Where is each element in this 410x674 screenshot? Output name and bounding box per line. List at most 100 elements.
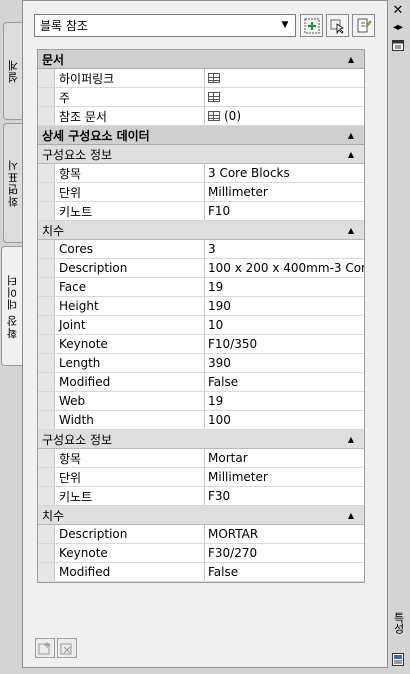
- group-header[interactable]: 치수 ▲: [38, 221, 364, 240]
- property-name: 항목: [55, 449, 205, 467]
- property-row[interactable]: 키노트 F10: [38, 202, 364, 221]
- collapse-icon[interactable]: ▲: [348, 226, 354, 235]
- property-value[interactable]: MORTAR: [205, 525, 364, 543]
- property-value[interactable]: [205, 69, 364, 87]
- property-row[interactable]: Length 390: [38, 354, 364, 373]
- property-row[interactable]: Cores 3: [38, 240, 364, 259]
- property-value[interactable]: 10: [205, 316, 364, 334]
- property-value[interactable]: False: [205, 563, 364, 581]
- collapse-icon[interactable]: ▲: [348, 55, 354, 64]
- property-name: Width: [55, 411, 205, 429]
- property-row[interactable]: Modified False: [38, 563, 364, 582]
- property-value[interactable]: Millimeter: [205, 183, 364, 201]
- auto-hide-icon[interactable]: ◂▸: [390, 20, 406, 34]
- property-row[interactable]: Keynote F10/350: [38, 335, 364, 354]
- property-value[interactable]: Millimeter: [205, 468, 364, 486]
- object-type-dropdown[interactable]: 블록 참조 ▼: [34, 14, 296, 37]
- property-value[interactable]: 100: [205, 411, 364, 429]
- property-value[interactable]: F10: [205, 202, 364, 220]
- group-title: 구성요소 정보: [42, 147, 113, 162]
- group-header[interactable]: 치수 ▲: [38, 506, 364, 525]
- property-name: Cores: [55, 240, 205, 258]
- property-name: 항목: [55, 164, 205, 182]
- property-row[interactable]: Modified False: [38, 373, 364, 392]
- palette-title: 특성: [392, 612, 405, 634]
- property-row[interactable]: Width 100: [38, 411, 364, 430]
- tab-extended-data[interactable]: 확장 데이터: [1, 246, 24, 366]
- group-header[interactable]: 구성요소 정보 ▲: [38, 430, 364, 449]
- property-row[interactable]: Description MORTAR: [38, 525, 364, 544]
- quick-select-button[interactable]: [300, 14, 323, 37]
- cursor-select-icon: [330, 19, 344, 34]
- property-value[interactable]: F30: [205, 487, 364, 505]
- toggle-pickadd-button[interactable]: [352, 14, 375, 37]
- palette-toolbar: 블록 참조 ▼: [34, 14, 375, 38]
- property-row[interactable]: 키노트 F30: [38, 487, 364, 506]
- group-title: 치수: [42, 223, 65, 238]
- property-value[interactable]: (0): [205, 107, 364, 125]
- property-value[interactable]: 3: [205, 240, 364, 258]
- tab-design[interactable]: 설계: [3, 22, 23, 120]
- collapse-icon[interactable]: ▲: [348, 131, 354, 140]
- add-property-set-button[interactable]: [35, 638, 55, 658]
- property-row[interactable]: Web 19: [38, 392, 364, 411]
- collapse-icon[interactable]: ▲: [348, 150, 354, 159]
- property-value[interactable]: [205, 88, 364, 106]
- tab-extended-data-label: 확장 데이터: [6, 273, 19, 339]
- group-header[interactable]: 구성요소 정보 ▲: [38, 145, 364, 164]
- section-title-documents: 문서: [42, 52, 65, 67]
- property-row[interactable]: Joint 10: [38, 316, 364, 335]
- remove-property-set-button[interactable]: [57, 638, 77, 658]
- property-row[interactable]: Face 19: [38, 278, 364, 297]
- section-header-detail-component-data[interactable]: 상세 구성요소 데이터 ▲: [38, 126, 364, 145]
- property-name: 참조 문서: [55, 107, 205, 125]
- section-header-documents[interactable]: 문서 ▲: [38, 50, 364, 69]
- property-value[interactable]: 19: [205, 278, 364, 296]
- property-row[interactable]: 항목 3 Core Blocks: [38, 164, 364, 183]
- property-name: 단위: [55, 183, 205, 201]
- remove-property-set-icon: [60, 643, 72, 655]
- property-name: 하이퍼링크: [55, 69, 205, 87]
- table-icon: [208, 92, 220, 102]
- collapse-icon[interactable]: ▲: [348, 435, 354, 444]
- property-name: Length: [55, 354, 205, 372]
- property-value[interactable]: False: [205, 373, 364, 391]
- property-name: 단위: [55, 468, 205, 486]
- select-objects-button[interactable]: [326, 14, 349, 37]
- palette-properties-icon[interactable]: [390, 652, 406, 666]
- property-row-reference-docs[interactable]: 참조 문서 (0): [38, 107, 364, 126]
- palette-bottom-bar: [35, 638, 77, 658]
- palette-title-bar: ✕ ◂▸ 특성: [388, 0, 408, 674]
- close-icon[interactable]: ✕: [390, 3, 406, 18]
- palette-body: 블록 참조 ▼ 문서 ▲ 하이퍼링크 주 참조 문서 (0) 상세 구성요소 데…: [22, 0, 388, 668]
- property-value[interactable]: Mortar: [205, 449, 364, 467]
- properties-menu-icon: [392, 39, 404, 51]
- property-name: Face: [55, 278, 205, 296]
- property-row[interactable]: Keynote F30/270: [38, 544, 364, 563]
- property-row[interactable]: Description 100 x 200 x 400mm-3 Core: [38, 259, 364, 278]
- property-value[interactable]: F30/270: [205, 544, 364, 562]
- property-value[interactable]: 3 Core Blocks: [205, 164, 364, 182]
- property-value[interactable]: 100 x 200 x 400mm-3 Core: [205, 259, 364, 277]
- collapse-icon[interactable]: ▲: [348, 511, 354, 520]
- property-value[interactable]: 190: [205, 297, 364, 315]
- property-name: Keynote: [55, 544, 205, 562]
- property-name: Height: [55, 297, 205, 315]
- property-name: 키노트: [55, 202, 205, 220]
- pickadd-icon: [357, 18, 371, 32]
- table-icon: [208, 73, 220, 83]
- property-row[interactable]: 단위 Millimeter: [38, 468, 364, 487]
- property-value[interactable]: 19: [205, 392, 364, 410]
- properties-menu-button[interactable]: [390, 38, 406, 52]
- property-row[interactable]: Height 190: [38, 297, 364, 316]
- property-row[interactable]: 항목 Mortar: [38, 449, 364, 468]
- property-row-note[interactable]: 주: [38, 88, 364, 107]
- property-value[interactable]: F10/350: [205, 335, 364, 353]
- tab-display[interactable]: 화면표시: [3, 123, 23, 243]
- property-row-hyperlink[interactable]: 하이퍼링크: [38, 69, 364, 88]
- add-property-set-icon: [38, 642, 50, 655]
- quick-select-icon: [304, 18, 319, 33]
- object-type-value: 블록 참조: [40, 19, 88, 33]
- property-value[interactable]: 390: [205, 354, 364, 372]
- property-row[interactable]: 단위 Millimeter: [38, 183, 364, 202]
